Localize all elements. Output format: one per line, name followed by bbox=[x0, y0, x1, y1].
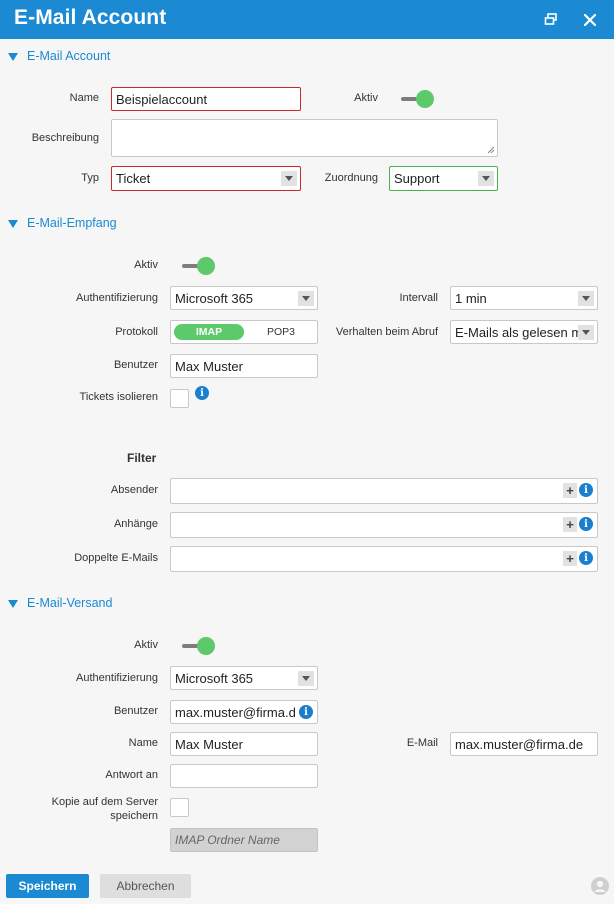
verhalten-value: E-Mails als gelesen m bbox=[455, 325, 583, 340]
cancel-button[interactable]: Abbrechen bbox=[100, 874, 191, 898]
empfang-aktiv-toggle[interactable] bbox=[182, 257, 216, 275]
protokoll-label: Protokoll bbox=[115, 326, 158, 338]
antwort-an-label: Antwort an bbox=[105, 769, 158, 781]
versand-email-input[interactable]: max.muster@firma.de bbox=[450, 732, 598, 756]
anhaenge-label: Anhänge bbox=[113, 518, 158, 530]
section-email-empfang[interactable]: E-Mail-Empfang bbox=[8, 214, 117, 232]
beschreibung-label: Beschreibung bbox=[31, 132, 99, 144]
versand-benutzer-label: Benutzer bbox=[113, 705, 158, 717]
versand-benutzer-input[interactable]: max.muster@firma.d i bbox=[170, 700, 318, 724]
versand-auth-value: Microsoft 365 bbox=[175, 671, 254, 686]
account-aktiv-label: Aktiv bbox=[354, 92, 378, 104]
plus-icon[interactable]: + bbox=[563, 483, 577, 498]
versand-email-label: E-Mail bbox=[406, 737, 438, 749]
account-name-input[interactable]: Beispielaccount bbox=[111, 87, 301, 111]
kopie-label-line-2: speichern bbox=[110, 810, 158, 822]
info-icon[interactable]: i bbox=[579, 551, 593, 565]
toggle-knob bbox=[197, 637, 215, 655]
versand-aktiv-label: Aktiv bbox=[134, 639, 158, 651]
section-email-versand[interactable]: E-Mail-Versand bbox=[8, 594, 112, 612]
resize-grip-icon bbox=[487, 146, 495, 154]
filter-title: Filter bbox=[127, 451, 157, 465]
section-title: E-Mail Account bbox=[27, 49, 111, 63]
beschreibung-textarea[interactable] bbox=[111, 119, 498, 157]
versand-aktiv-toggle[interactable] bbox=[182, 637, 216, 655]
zuordnung-label: Zuordnung bbox=[324, 172, 378, 184]
empfang-benutzer-label: Benutzer bbox=[113, 359, 158, 371]
zuordnung-select-value: Support bbox=[394, 171, 440, 186]
collapse-triangle-icon bbox=[8, 599, 18, 608]
empfang-auth-select[interactable]: Microsoft 365 bbox=[170, 286, 318, 310]
versand-auth-label: Authentifizierung bbox=[76, 672, 158, 684]
empfang-aktiv-label: Aktiv bbox=[134, 259, 158, 271]
typ-select-value: Ticket bbox=[116, 171, 151, 186]
imap-folder-input: IMAP Ordner Name bbox=[170, 828, 318, 852]
versand-name-input[interactable]: Max Muster bbox=[170, 732, 318, 756]
name-label: Name bbox=[69, 92, 99, 104]
kopie-label-line-1: Kopie auf dem Server bbox=[51, 796, 158, 808]
versand-name-label: Name bbox=[128, 737, 158, 749]
account-aktiv-toggle[interactable] bbox=[401, 90, 435, 108]
kopie-checkbox[interactable] bbox=[170, 798, 189, 817]
section-title: E-Mail-Versand bbox=[27, 596, 113, 610]
user-icon[interactable] bbox=[591, 877, 609, 895]
window-title: E-Mail Account bbox=[14, 6, 167, 29]
doppelte-filter-input[interactable]: + i bbox=[170, 546, 598, 572]
toggle-knob bbox=[197, 257, 215, 275]
verhalten-select[interactable]: E-Mails als gelesen m bbox=[450, 320, 598, 344]
typ-select[interactable]: Ticket bbox=[111, 166, 301, 191]
collapse-triangle-icon bbox=[8, 52, 18, 61]
section-email-account[interactable]: E-Mail Account bbox=[8, 47, 110, 65]
filter-buttons: + i bbox=[563, 483, 593, 498]
info-icon[interactable]: i bbox=[579, 517, 593, 531]
absender-filter-input[interactable]: + i bbox=[170, 478, 598, 504]
chevron-down-icon[interactable] bbox=[478, 171, 494, 186]
empfang-benutzer-input[interactable]: Max Muster bbox=[170, 354, 318, 378]
section-title: E-Mail-Empfang bbox=[27, 216, 117, 230]
protokoll-segmented-control[interactable]: IMAP POP3 bbox=[170, 320, 318, 344]
typ-label: Typ bbox=[81, 172, 99, 184]
kopie-label: Kopie auf dem Server speichern bbox=[30, 795, 158, 823]
toggle-knob bbox=[416, 90, 434, 108]
empfang-auth-value: Microsoft 365 bbox=[175, 291, 254, 306]
anhaenge-filter-input[interactable]: + i bbox=[170, 512, 598, 538]
chevron-down-icon[interactable] bbox=[298, 291, 314, 306]
intervall-select[interactable]: 1 min bbox=[450, 286, 598, 310]
empfang-auth-label: Authentifizierung bbox=[76, 292, 158, 304]
info-icon[interactable]: i bbox=[299, 705, 313, 719]
protokoll-option-imap[interactable]: IMAP bbox=[174, 324, 244, 340]
info-icon[interactable]: i bbox=[579, 483, 593, 497]
tickets-isolieren-checkbox[interactable] bbox=[170, 389, 189, 408]
chevron-down-icon[interactable] bbox=[578, 291, 594, 306]
protokoll-option-pop3[interactable]: POP3 bbox=[246, 324, 316, 340]
absender-label: Absender bbox=[110, 484, 158, 496]
doppelte-label: Doppelte E-Mails bbox=[74, 552, 158, 564]
save-button[interactable]: Speichern bbox=[6, 874, 89, 898]
antwort-an-input[interactable] bbox=[170, 764, 318, 788]
collapse-triangle-icon bbox=[8, 219, 18, 228]
versand-auth-select[interactable]: Microsoft 365 bbox=[170, 666, 318, 690]
zuordnung-select[interactable]: Support bbox=[389, 166, 498, 191]
versand-benutzer-value: max.muster@firma.d bbox=[175, 705, 296, 720]
intervall-label: Intervall bbox=[399, 292, 438, 304]
chevron-down-icon[interactable] bbox=[578, 325, 594, 340]
chevron-down-icon[interactable] bbox=[298, 671, 314, 686]
popout-icon[interactable] bbox=[540, 9, 562, 31]
info-icon[interactable]: i bbox=[195, 386, 209, 400]
filter-buttons: + i bbox=[563, 551, 593, 566]
title-bar: E-Mail Account bbox=[0, 0, 614, 39]
plus-icon[interactable]: + bbox=[563, 551, 577, 566]
tickets-isolieren-label: Tickets isolieren bbox=[79, 391, 158, 403]
close-icon[interactable] bbox=[579, 9, 601, 31]
plus-icon[interactable]: + bbox=[563, 517, 577, 532]
verhalten-label: Verhalten beim Abruf bbox=[335, 326, 438, 338]
filter-buttons: + i bbox=[563, 517, 593, 532]
chevron-down-icon[interactable] bbox=[281, 171, 297, 186]
intervall-value: 1 min bbox=[455, 291, 487, 306]
